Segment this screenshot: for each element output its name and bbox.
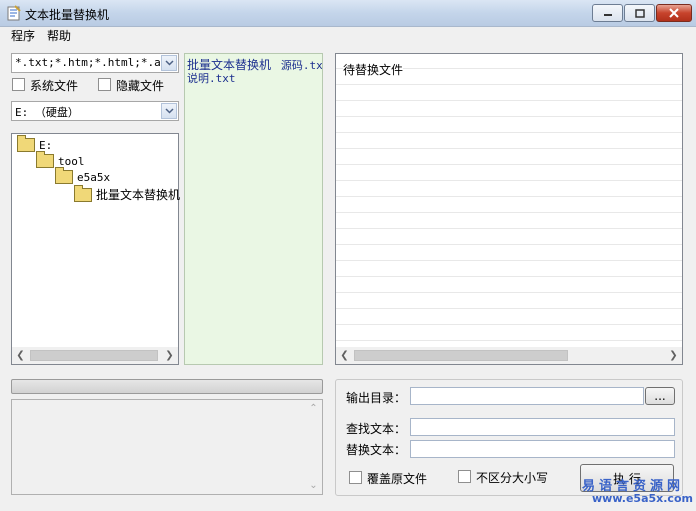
file-item-2[interactable]: 说明.txt <box>187 70 236 86</box>
file-filter-value: *.txt;*.htm;*.html;*.asp <box>15 56 174 69</box>
output-dir-label: 输出目录： <box>346 391 407 405</box>
system-files-label: 系统文件 <box>30 79 79 93</box>
app-icon <box>6 5 22 21</box>
file-list[interactable]: 批量文本替换机 源码.txt 说明.txt <box>184 53 323 365</box>
folder-icon <box>36 151 54 168</box>
tree-node-e5a5x[interactable]: e5a5x <box>55 167 111 184</box>
progress-bar <box>11 379 323 394</box>
file-item-name-2: 源码.txt <box>280 59 323 72</box>
tree-node-drive[interactable]: E: <box>17 135 53 152</box>
system-files-checkbox[interactable] <box>12 78 25 91</box>
ignore-case-checkbox[interactable] <box>458 470 471 483</box>
tree-hscrollbar[interactable]: ❮ ❯ <box>12 347 178 364</box>
hidden-files-checkbox[interactable] <box>98 78 111 91</box>
log-vscrollbar[interactable]: ⌃ ⌄ <box>305 400 322 494</box>
menu-program[interactable]: 程序 <box>8 27 38 46</box>
pending-files-list[interactable]: 待替换文件 ❮ ❯ <box>335 53 683 365</box>
scroll-down-icon[interactable]: ⌄ <box>305 477 322 494</box>
hidden-files-label: 隐藏文件 <box>116 79 165 93</box>
menu-bar: 程序 帮助 <box>0 27 696 46</box>
chevron-down-icon <box>164 60 174 66</box>
tree-node-label: 批量文本替换机 <box>96 188 181 202</box>
folder-icon <box>55 167 73 184</box>
file-filter-combo[interactable]: *.txt;*.htm;*.html;*.asp <box>11 53 179 73</box>
folder-open-icon <box>74 184 92 202</box>
scroll-left-icon[interactable]: ❮ <box>12 347 29 364</box>
tree-node-current[interactable]: 批量文本替换机 <box>74 184 181 203</box>
title-bar: 文本批量替换机 <box>0 0 696 27</box>
scroll-thumb[interactable] <box>354 350 568 361</box>
browse-button[interactable]: ... <box>645 387 675 405</box>
tree-node-label: tool <box>58 154 85 168</box>
filter-dropdown-button[interactable] <box>161 55 177 71</box>
close-icon <box>669 8 679 18</box>
pending-hscrollbar[interactable]: ❮ ❯ <box>336 347 682 364</box>
drive-combo[interactable]: E: （硬盘） <box>11 101 179 121</box>
ignore-case-label: 不区分大小写 <box>476 471 549 485</box>
find-text-label: 查找文本： <box>346 422 407 436</box>
minimize-button[interactable] <box>592 4 623 22</box>
replace-text-label: 替换文本： <box>346 443 407 457</box>
output-dir-input[interactable] <box>410 387 644 405</box>
menu-help[interactable]: 帮助 <box>44 27 74 46</box>
scroll-right-icon[interactable]: ❯ <box>161 347 178 364</box>
folder-icon <box>17 135 35 152</box>
replace-text-input[interactable] <box>410 440 675 458</box>
minimize-icon <box>603 14 612 16</box>
maximize-icon <box>634 8 645 18</box>
scroll-up-icon[interactable]: ⌃ <box>305 400 322 417</box>
tree-node-label: E: <box>39 138 53 152</box>
list-rows <box>336 54 682 344</box>
watermark-url: www.e5a5x.com <box>592 492 693 505</box>
scroll-thumb[interactable] <box>30 350 158 361</box>
drive-dropdown-button[interactable] <box>161 103 177 119</box>
overwrite-checkbox[interactable] <box>349 471 362 484</box>
drive-value: E: （硬盘） <box>15 106 79 119</box>
tree-node-label: e5a5x <box>77 170 111 184</box>
window-title: 文本批量替换机 <box>25 8 110 22</box>
chevron-down-icon <box>164 108 174 114</box>
log-textarea[interactable]: ⌃ ⌄ <box>11 399 323 495</box>
overwrite-label: 覆盖原文件 <box>367 472 428 486</box>
pending-header: 待替换文件 <box>343 61 404 78</box>
tree-node-tool[interactable]: tool <box>36 151 85 168</box>
folder-tree[interactable]: E: tool e5a5x 批量文本替换机 ❮ ❯ <box>11 133 181 365</box>
scroll-left-icon[interactable]: ❮ <box>336 347 353 364</box>
find-text-input[interactable] <box>410 418 675 436</box>
close-button[interactable] <box>656 4 692 22</box>
maximize-button[interactable] <box>624 4 655 22</box>
scroll-right-icon[interactable]: ❯ <box>665 347 682 364</box>
